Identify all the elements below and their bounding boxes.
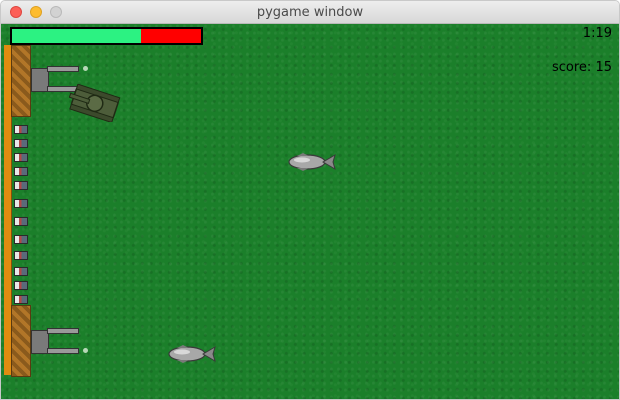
timer: 1:19 [582,26,612,41]
soldier-icon [14,267,28,276]
score-label: score: 15 [552,60,612,75]
soldier-icon [14,217,28,226]
tank-icon [69,84,121,122]
soldier-icon [14,139,28,148]
soldier-icon [14,181,28,190]
turret-barrel [47,328,79,334]
turret-barrel [47,348,79,354]
game-field[interactable]: 1:19 score: 15 [1,24,619,399]
defense-wall [4,45,31,377]
turret-barrel [47,66,79,72]
health-bar [10,27,203,45]
health-bar-fill [12,29,141,43]
soldier-icon [14,251,28,260]
game-window: pygame window 1:19 score: 15 [0,0,620,400]
soldier-icon [14,167,28,176]
soldier-icon [14,153,28,162]
missile-icon [168,345,216,363]
title-bar: pygame window [1,1,619,24]
soldier-icon [14,295,28,304]
wall-panel-bottom [11,305,31,377]
soldier-icon [14,125,28,134]
soldier-icon [14,281,28,290]
missile-icon [288,153,336,171]
soldier-icon [14,199,28,208]
turret-icon [31,320,88,360]
turret-shot [83,66,88,71]
wall-panel-top [11,45,31,117]
soldier-icon [14,235,28,244]
turret-shot [83,348,88,353]
window-title: pygame window [256,5,364,20]
